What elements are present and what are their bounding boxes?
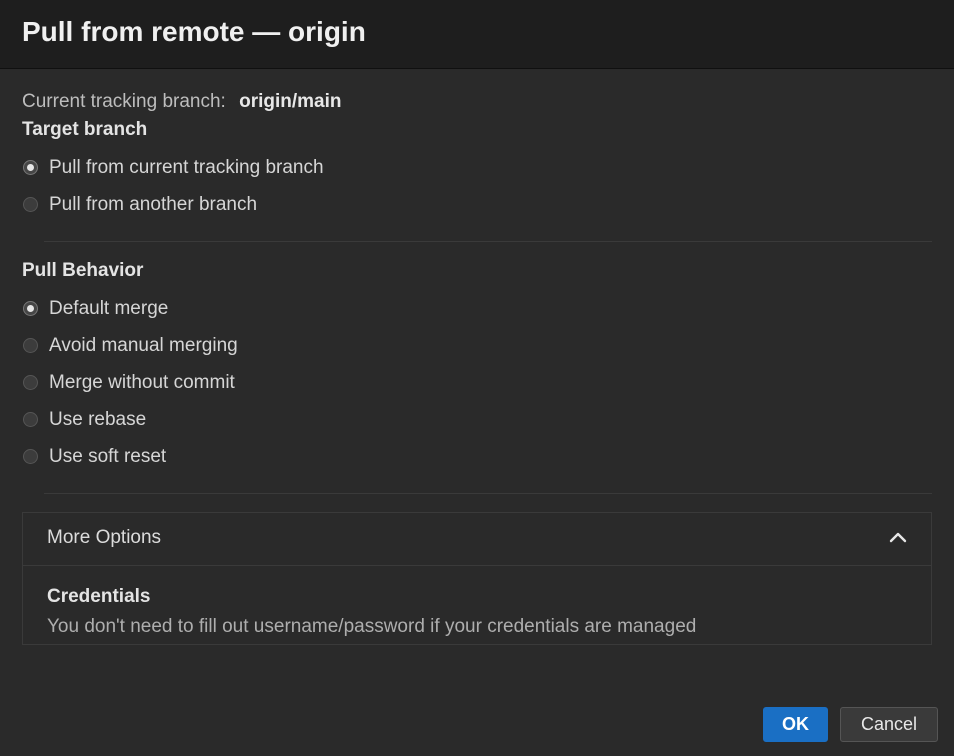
radio-icon (23, 301, 38, 316)
divider (44, 241, 932, 242)
dialog-titlebar: Pull from remote — origin (0, 0, 954, 69)
radio-avoid-manual-merging[interactable]: Avoid manual merging (23, 327, 932, 364)
radio-label: Use soft reset (49, 446, 166, 468)
divider (44, 493, 932, 494)
radio-icon (23, 160, 38, 175)
radio-label: Use rebase (49, 409, 146, 431)
current-tracking-row: Current tracking branch: origin/main (22, 91, 932, 113)
radio-label: Default merge (49, 298, 168, 320)
radio-default-merge[interactable]: Default merge (23, 290, 932, 327)
credentials-description: You don't need to fill out username/pass… (47, 614, 907, 640)
current-tracking-value: origin/main (239, 91, 341, 112)
radio-icon (23, 412, 38, 427)
dialog-footer: OK Cancel (0, 695, 954, 756)
radio-label: Pull from another branch (49, 194, 257, 216)
radio-pull-another-branch[interactable]: Pull from another branch (23, 186, 932, 223)
more-options-panel: More Options Credentials You don't need … (22, 512, 932, 645)
radio-use-soft-reset[interactable]: Use soft reset (23, 438, 932, 475)
more-options-title: More Options (47, 527, 161, 549)
more-options-header[interactable]: More Options (23, 513, 931, 566)
target-branch-label: Target branch (22, 119, 932, 141)
radio-use-rebase[interactable]: Use rebase (23, 401, 932, 438)
radio-icon (23, 375, 38, 390)
radio-label: Pull from current tracking branch (49, 157, 324, 179)
more-options-body: Credentials You don't need to fill out u… (23, 566, 931, 644)
radio-pull-current-tracking[interactable]: Pull from current tracking branch (23, 149, 932, 186)
radio-label: Avoid manual merging (49, 335, 238, 357)
pull-behavior-label: Pull Behavior (22, 260, 932, 282)
chevron-up-icon (887, 527, 909, 549)
radio-icon (23, 197, 38, 212)
radio-icon (23, 449, 38, 464)
current-tracking-label: Current tracking branch: (22, 91, 226, 112)
dialog-title: Pull from remote — origin (22, 16, 932, 48)
ok-button[interactable]: OK (763, 707, 828, 742)
radio-merge-without-commit[interactable]: Merge without commit (23, 364, 932, 401)
credentials-title: Credentials (47, 586, 907, 608)
cancel-button[interactable]: Cancel (840, 707, 938, 742)
pull-behavior-group: Default merge Avoid manual merging Merge… (22, 290, 932, 475)
radio-icon (23, 338, 38, 353)
dialog-content: Current tracking branch: origin/main Tar… (0, 69, 954, 677)
radio-label: Merge without commit (49, 372, 235, 394)
target-branch-group: Pull from current tracking branch Pull f… (22, 149, 932, 223)
